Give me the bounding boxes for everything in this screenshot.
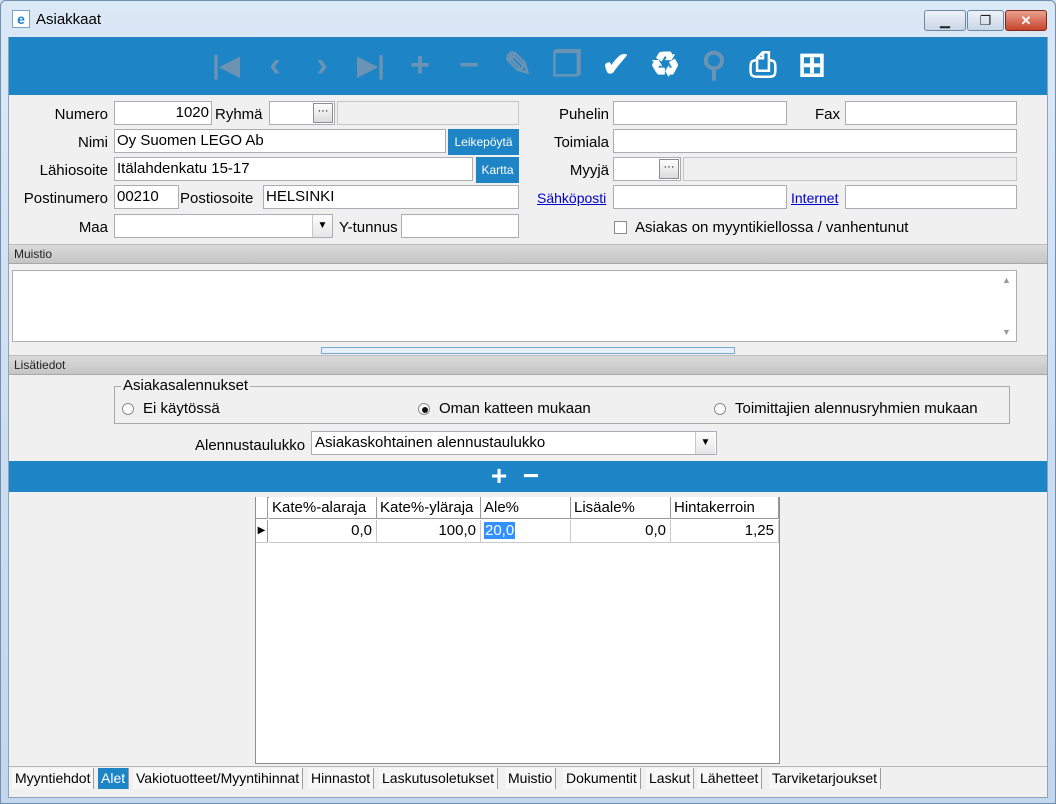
splitter-handle[interactable] xyxy=(321,347,735,354)
delete-record-icon[interactable]: − xyxy=(450,46,488,84)
print-icon[interactable]: ⎙ xyxy=(744,46,782,84)
lahiosoite-label: Lähiosoite xyxy=(39,162,108,179)
tab-vakiotuotteet-myyntihinnat[interactable]: Vakiotuotteet/Myyntihinnat xyxy=(133,768,304,789)
myyja-description-field xyxy=(683,157,1017,181)
myyja-ellipsis-button[interactable]: ··· xyxy=(659,159,679,179)
radio-ei-kaytossa[interactable] xyxy=(122,403,134,415)
ryhma-label: Ryhmä xyxy=(215,106,263,123)
asiakasalennukset-title: Asiakasalennukset xyxy=(121,377,251,394)
kartta-button[interactable]: Kartta xyxy=(476,157,519,183)
excel-export-icon[interactable]: ⊞ xyxy=(793,46,831,84)
radio-toimittajien-alennusryhmat[interactable] xyxy=(714,403,726,415)
grid-cell-kate-alaraja[interactable]: 0,0 xyxy=(269,520,377,543)
tab-tarviketarjoukset[interactable]: Tarviketarjoukset xyxy=(769,768,882,789)
copy-record-icon[interactable]: ❐ xyxy=(548,46,586,84)
tab-laskutusoletukset[interactable]: Laskutusoletukset xyxy=(379,768,499,789)
lahiosoite-field[interactable]: Itälahdenkatu 15-17 xyxy=(114,157,473,181)
add-row-icon[interactable]: + xyxy=(487,461,511,492)
toimiala-field[interactable] xyxy=(613,129,1017,153)
maximize-icon[interactable]: ❐ xyxy=(967,10,1004,31)
last-record-icon[interactable]: ▶| xyxy=(352,46,390,84)
edit-pencil-icon[interactable]: ✎ xyxy=(499,46,537,84)
grid-cell-kate-ylaraja[interactable]: 100,0 xyxy=(377,520,481,543)
scroll-up-icon[interactable]: ▲ xyxy=(1002,275,1011,285)
tab-alet[interactable]: Alet xyxy=(98,768,130,789)
add-record-icon[interactable]: + xyxy=(401,46,439,84)
muistio-textarea[interactable] xyxy=(12,270,1017,342)
internet-field[interactable] xyxy=(845,185,1017,209)
column-header-kate-ylaraja[interactable]: Kate%-yläraja xyxy=(377,497,481,519)
alennustaulukko-dropdown[interactable]: Asiakaskohtainen alennustaulukko xyxy=(311,431,717,455)
app-logo-icon: e xyxy=(12,10,30,28)
tab-dokumentit[interactable]: Dokumentit xyxy=(563,768,641,789)
fax-field[interactable] xyxy=(845,101,1017,125)
tab-lähetteet[interactable]: Lähetteet xyxy=(697,768,763,789)
radio-toimittajien-label: Toimittajien alennusryhmien mukaan xyxy=(735,400,978,417)
chevron-down-icon[interactable]: ▼ xyxy=(312,215,332,237)
sahkoposti-field[interactable] xyxy=(613,185,787,209)
scroll-down-icon[interactable]: ▼ xyxy=(1002,327,1011,337)
grid-corner xyxy=(256,497,268,519)
fax-label: Fax xyxy=(814,106,840,123)
tab-muistio[interactable]: Muistio xyxy=(505,768,557,789)
toimiala-label: Toimiala xyxy=(553,134,609,151)
close-icon[interactable]: ✕ xyxy=(1005,10,1047,31)
row-indicator-icon[interactable]: ▶ xyxy=(256,520,268,543)
ryhma-ellipsis-button[interactable]: ··· xyxy=(313,103,333,123)
numero-field[interactable]: 1020 xyxy=(114,101,212,125)
ytunnus-field[interactable] xyxy=(401,214,519,238)
radio-oman-katteen-label: Oman katteen mukaan xyxy=(439,400,591,417)
first-record-icon[interactable]: |◀ xyxy=(207,46,245,84)
muistio-section-header: Muistio xyxy=(9,244,1047,264)
grid-cell-lisaale[interactable]: 0,0 xyxy=(571,520,671,543)
minimize-icon[interactable]: ▁ xyxy=(924,10,966,31)
myyntikielto-checkbox[interactable] xyxy=(614,221,627,234)
tab-hinnastot[interactable]: Hinnastot xyxy=(308,768,375,789)
remove-row-icon[interactable]: − xyxy=(519,461,543,492)
postiosoite-field[interactable]: HELSINKI xyxy=(263,185,519,209)
leikepoyta-button[interactable]: Leikepöytä xyxy=(448,129,519,155)
alennustaulukko-label: Alennustaulukko xyxy=(195,437,306,454)
postiosoite-label: Postiosoite xyxy=(180,190,254,207)
myyja-label: Myyjä xyxy=(569,162,609,179)
grid-cell-ale[interactable]: 20,0 xyxy=(481,520,571,543)
postinumero-label: Postinumero xyxy=(23,190,108,207)
column-header-hintakerroin[interactable]: Hintakerroin xyxy=(671,497,779,519)
ytunnus-label: Y-tunnus xyxy=(339,219,398,236)
maa-dropdown[interactable] xyxy=(114,214,333,238)
grid-cell-hintakerroin[interactable]: 1,25 xyxy=(671,520,779,543)
next-record-icon[interactable]: › xyxy=(303,46,341,84)
puhelin-label: Puhelin xyxy=(558,106,609,123)
previous-record-icon[interactable]: ‹ xyxy=(256,46,294,84)
flashlight-icon[interactable]: ⚲ xyxy=(695,46,733,84)
internet-link[interactable]: Internet xyxy=(791,190,838,206)
window-title: Asiakkaat xyxy=(36,11,102,28)
tab-myyntiehdot[interactable]: Myyntiehdot xyxy=(12,768,95,789)
nimi-label: Nimi xyxy=(78,134,108,151)
tab-laskut[interactable]: Laskut xyxy=(646,768,695,789)
column-header-kate-alaraja[interactable]: Kate%-alaraja xyxy=(269,497,377,519)
maa-label: Maa xyxy=(78,219,108,236)
myyntikielto-label: Asiakas on myyntikiellossa / vanhentunut xyxy=(635,219,909,236)
puhelin-field[interactable] xyxy=(613,101,787,125)
numero-label: Numero xyxy=(54,106,108,123)
nimi-field[interactable]: Oy Suomen LEGO Ab xyxy=(114,129,446,153)
save-checkmark-icon[interactable]: ✔ xyxy=(597,46,635,84)
column-header-ale[interactable]: Ale% xyxy=(481,497,571,519)
recycle-bin-icon[interactable]: ♻ xyxy=(646,46,684,84)
chevron-down-icon[interactable]: ▼ xyxy=(695,432,715,454)
grid-cell-selected-text[interactable]: 20,0 xyxy=(484,522,516,539)
sahkoposti-link[interactable]: Sähköposti xyxy=(537,190,606,206)
radio-oman-katteen-mukaan[interactable] xyxy=(418,403,430,415)
postinumero-field[interactable]: 00210 xyxy=(114,185,179,209)
radio-ei-kaytossa-label: Ei käytössä xyxy=(143,400,220,417)
column-header-lisaale[interactable]: Lisäale% xyxy=(571,497,671,519)
lisatiedot-section-header: Lisätiedot xyxy=(9,355,1047,375)
memo-scrollbar[interactable]: ▲ ▼ xyxy=(997,271,1016,341)
ryhma-description-field xyxy=(337,101,519,125)
